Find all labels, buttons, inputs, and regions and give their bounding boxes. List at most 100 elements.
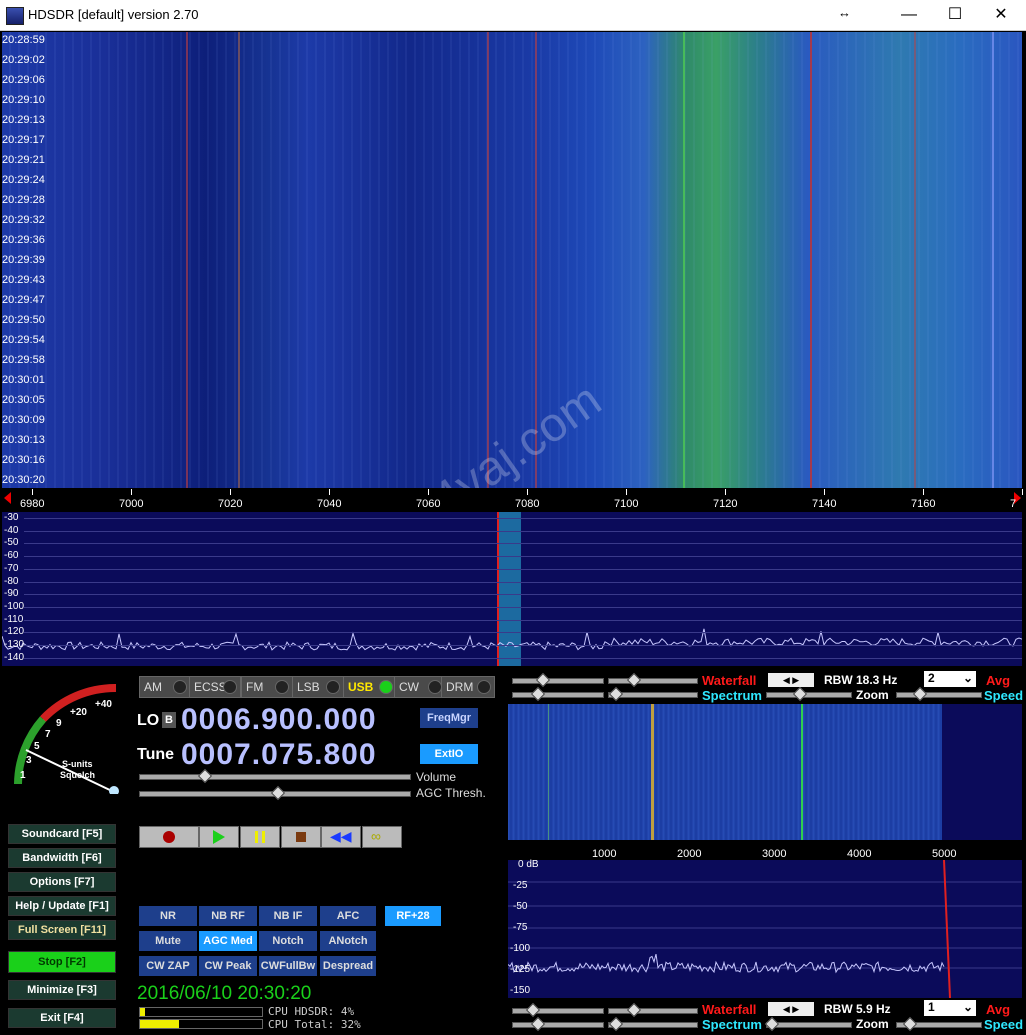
mode-ecss-button[interactable]: ECSS [189, 676, 241, 698]
cw-fullbw-button[interactable]: CWFullBw [259, 956, 317, 976]
exit-button[interactable]: Exit [F4] [8, 1008, 116, 1028]
smeter-label-3: 3 [26, 755, 32, 766]
timestamp-label: 20:29:10 [2, 94, 45, 106]
title-bar: HDSDR [default] version 2.70 ↔ — ☐ ✕ [0, 0, 1026, 31]
bandwidth-button[interactable]: Bandwidth [F6] [8, 848, 116, 868]
sp1-contrast-slider[interactable] [512, 686, 604, 702]
sp2-brightness-slider[interactable] [608, 1016, 698, 1032]
axis-tickmark [32, 489, 33, 495]
smeter-caption-sunits: S-units [62, 759, 93, 769]
scroll-left-icon[interactable] [4, 492, 11, 504]
smeter-label-40: +40 [95, 699, 112, 710]
resize-icon[interactable]: ↔ [838, 5, 851, 20]
spectrum-gridline [24, 606, 1022, 608]
sp2-contrast-slider[interactable] [512, 1016, 604, 1032]
cpu-hdsdr-bar [139, 1007, 263, 1017]
volume-slider[interactable] [139, 768, 411, 784]
avg1-select[interactable]: 2 ⌄ [924, 671, 976, 687]
loop-button[interactable]: ∞ [362, 826, 402, 848]
agc-threshold-slider[interactable] [139, 785, 411, 801]
main-spectrum[interactable]: -30 -40 -50 -60 -70 -80 -90 -100 -110 -120 -130 -14… [2, 512, 1022, 666]
minimize-button[interactable]: Minimize [F3] [8, 980, 116, 1000]
tune-frequency[interactable]: 0007.075.800 [181, 738, 377, 772]
rbw1-stepper[interactable]: ◀ ▶ [768, 673, 814, 687]
mode-label: FM [246, 680, 264, 694]
play-button[interactable] [199, 826, 239, 848]
nb-if-button[interactable]: NB IF [259, 906, 317, 926]
avg2-select[interactable]: 1 ⌄ [924, 1000, 976, 1016]
soundcard-button[interactable]: Soundcard [F5] [8, 824, 116, 844]
wf2-brightness-slider[interactable] [608, 1002, 698, 1018]
waterfall1-label: Waterfall [702, 673, 757, 688]
axis-tickmark [131, 489, 132, 495]
af-tick-4000: 4000 [847, 848, 872, 860]
loop-icon: ∞ [371, 828, 381, 844]
stop-icon [296, 832, 306, 842]
zoom1-slider[interactable] [766, 686, 852, 702]
nr-button[interactable]: NR [139, 906, 197, 926]
freq-tick-label: 6980 [20, 498, 45, 510]
freq-tick-label: 7080 [515, 498, 540, 510]
record-button[interactable] [139, 826, 199, 848]
af-db-75: -75 [513, 922, 528, 933]
help-update-button[interactable]: Help / Update [F1] [8, 896, 116, 916]
mode-label: USB [348, 680, 374, 694]
main-waterfall[interactable]: © jh4vaj.com 20:28:59 20:29:02 20:29:06 20:… [2, 32, 1022, 488]
timestamp-label: 20:29:58 [2, 354, 45, 366]
led-icon [428, 680, 442, 694]
af-spectrum[interactable] [508, 860, 1022, 998]
minimize-window-button[interactable]: — [886, 0, 932, 30]
cw-zap-button[interactable]: CW ZAP [139, 956, 197, 976]
frequency-axis[interactable]: 6980 7000 7020 7040 7060 7080 7100 7120 7140 7160… [2, 489, 1023, 511]
avg2-value: 1 [928, 1000, 935, 1014]
smeter-caption-squelch: Squelch [60, 770, 96, 780]
rbw2-stepper[interactable]: ◀ ▶ [768, 1002, 814, 1016]
extio-button[interactable]: ExtIO [420, 744, 478, 764]
lo-bank-badge[interactable]: B [162, 712, 176, 728]
wf1-contrast-slider[interactable] [512, 672, 604, 688]
mode-cw-button[interactable]: CW [394, 676, 446, 698]
axis-tickmark [725, 489, 726, 495]
timestamp-label: 20:29:06 [2, 74, 45, 86]
freq-tick-label: 7160 [911, 498, 936, 510]
freqmgr-button[interactable]: FreqMgr [420, 708, 478, 728]
mode-drm-button[interactable]: DRM [441, 676, 495, 698]
notch-button[interactable]: Notch [259, 931, 317, 951]
spectrum-gridline [24, 619, 1022, 621]
options-button[interactable]: Options [F7] [8, 872, 116, 892]
af-waterfall-data [508, 704, 942, 840]
axis-tickmark [923, 489, 924, 495]
speed1-slider[interactable] [896, 686, 982, 702]
sp1-brightness-slider[interactable] [608, 686, 698, 702]
stop-button[interactable]: Stop [F2] [8, 951, 116, 973]
af-waterfall[interactable] [508, 704, 1022, 840]
despread-button[interactable]: Despread [320, 956, 376, 976]
axis-tickmark [428, 489, 429, 495]
pause-button[interactable] [240, 826, 280, 848]
rewind-button[interactable]: ◀◀ [321, 826, 361, 848]
mute-button[interactable]: Mute [139, 931, 197, 951]
mode-fm-button[interactable]: FM [241, 676, 293, 698]
maximize-window-button[interactable]: ☐ [932, 0, 978, 30]
mode-am-button[interactable]: AM [139, 676, 191, 698]
full-screen-button[interactable]: Full Screen [F11] [8, 920, 116, 940]
lo-frequency[interactable]: 0006.900.000 [181, 703, 377, 737]
wf1-brightness-slider[interactable] [608, 672, 698, 688]
zoom2-slider[interactable] [764, 1016, 852, 1032]
spectrum-gridline [24, 645, 1022, 646]
agc-med-button[interactable]: AGC Med [199, 931, 257, 951]
mode-lsb-button[interactable]: LSB [292, 676, 344, 698]
stop-playback-button[interactable] [281, 826, 321, 848]
wf2-contrast-slider[interactable] [512, 1002, 604, 1018]
rf-gain-button[interactable]: RF+28 [385, 906, 441, 926]
nb-rf-button[interactable]: NB RF [199, 906, 257, 926]
cw-peak-button[interactable]: CW Peak [199, 956, 257, 976]
timestamp-label: 20:29:50 [2, 314, 45, 326]
anotch-button[interactable]: ANotch [320, 931, 376, 951]
speed2-slider[interactable] [896, 1016, 982, 1032]
close-window-button[interactable]: ✕ [978, 0, 1024, 30]
afc-button[interactable]: AFC [320, 906, 376, 926]
timestamp-label: 20:29:28 [2, 194, 45, 206]
timestamp-label: 20:29:43 [2, 274, 45, 286]
mode-usb-button[interactable]: USB [343, 676, 397, 698]
